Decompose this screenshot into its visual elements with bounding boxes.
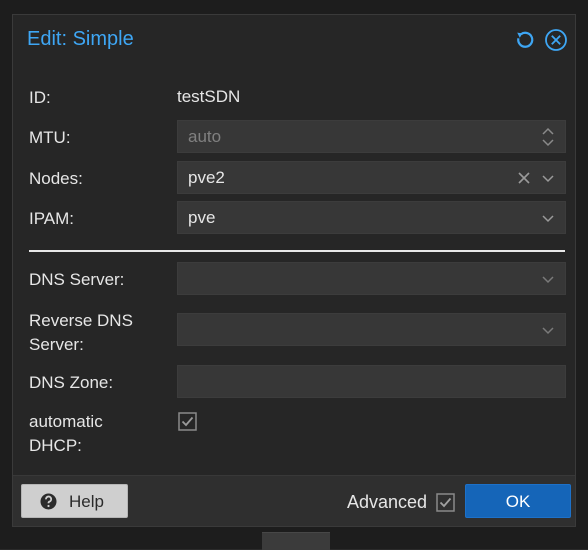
automatic-dhcp-label-line1: automatic (29, 412, 103, 431)
reverse-dns-server-dropdown-trigger[interactable] (541, 314, 555, 345)
nodes-label: Nodes: (29, 169, 83, 188)
spinner-icon (542, 127, 554, 146)
automatic-dhcp-label-line2: DHCP: (29, 436, 82, 455)
mtu-placeholder: auto (188, 127, 222, 146)
reverse-dns-server-label-line2: Server: (29, 335, 84, 354)
dns-server-dropdown-trigger[interactable] (541, 263, 555, 294)
advanced-checkbox[interactable] (436, 493, 455, 512)
dns-zone-input[interactable] (177, 365, 566, 398)
chevron-down-icon (542, 174, 554, 182)
chevron-down-icon (542, 326, 554, 334)
chevron-down-icon (542, 275, 554, 283)
nodes-value: pve2 (188, 168, 225, 187)
id-label: ID: (29, 88, 51, 107)
edit-dialog: Edit: Simple ID: testSDN MTU: auto Nodes… (12, 14, 576, 527)
mtu-field[interactable]: auto (177, 120, 566, 153)
id-value: testSDN (177, 87, 241, 106)
background-tab (262, 532, 330, 550)
nodes-clear-button[interactable] (517, 162, 531, 193)
checkbox-checked-icon (178, 412, 197, 431)
ipam-label: IPAM: (29, 209, 75, 228)
dns-server-label: DNS Server: (29, 270, 125, 289)
reset-button[interactable] (512, 27, 538, 53)
mtu-label: MTU: (29, 128, 71, 147)
checkbox-checked-icon (436, 493, 455, 512)
nodes-dropdown-trigger[interactable] (541, 162, 555, 193)
dialog-body: ID: testSDN MTU: auto Nodes: pve2 IPAM: … (13, 65, 575, 477)
section-divider (29, 250, 565, 252)
close-button[interactable] (543, 27, 569, 53)
mtu-spinner[interactable] (541, 121, 555, 152)
dns-server-select[interactable] (177, 262, 566, 295)
dns-zone-label: DNS Zone: (29, 373, 114, 392)
dialog-header: Edit: Simple (13, 15, 575, 65)
clear-icon (518, 171, 530, 184)
ipam-dropdown-trigger[interactable] (541, 202, 555, 233)
ipam-value: pve (188, 208, 216, 227)
help-button-label: Help (69, 492, 104, 511)
close-icon (545, 29, 567, 51)
ipam-select[interactable]: pve (177, 201, 566, 234)
advanced-label: Advanced (347, 492, 428, 512)
ok-button-label: OK (505, 492, 531, 511)
question-circle-icon (40, 493, 57, 515)
nodes-select[interactable]: pve2 (177, 161, 566, 194)
dialog-title: Edit: Simple (27, 28, 134, 50)
reset-icon (517, 31, 534, 48)
automatic-dhcp-checkbox[interactable] (178, 412, 197, 431)
chevron-down-icon (542, 214, 554, 222)
ok-button[interactable]: OK (465, 484, 571, 518)
help-button[interactable]: Help (21, 484, 128, 518)
reverse-dns-server-label-line1: Reverse DNS (29, 311, 133, 330)
reverse-dns-server-select[interactable] (177, 313, 566, 346)
dialog-footer: Help Advanced OK (13, 475, 575, 526)
